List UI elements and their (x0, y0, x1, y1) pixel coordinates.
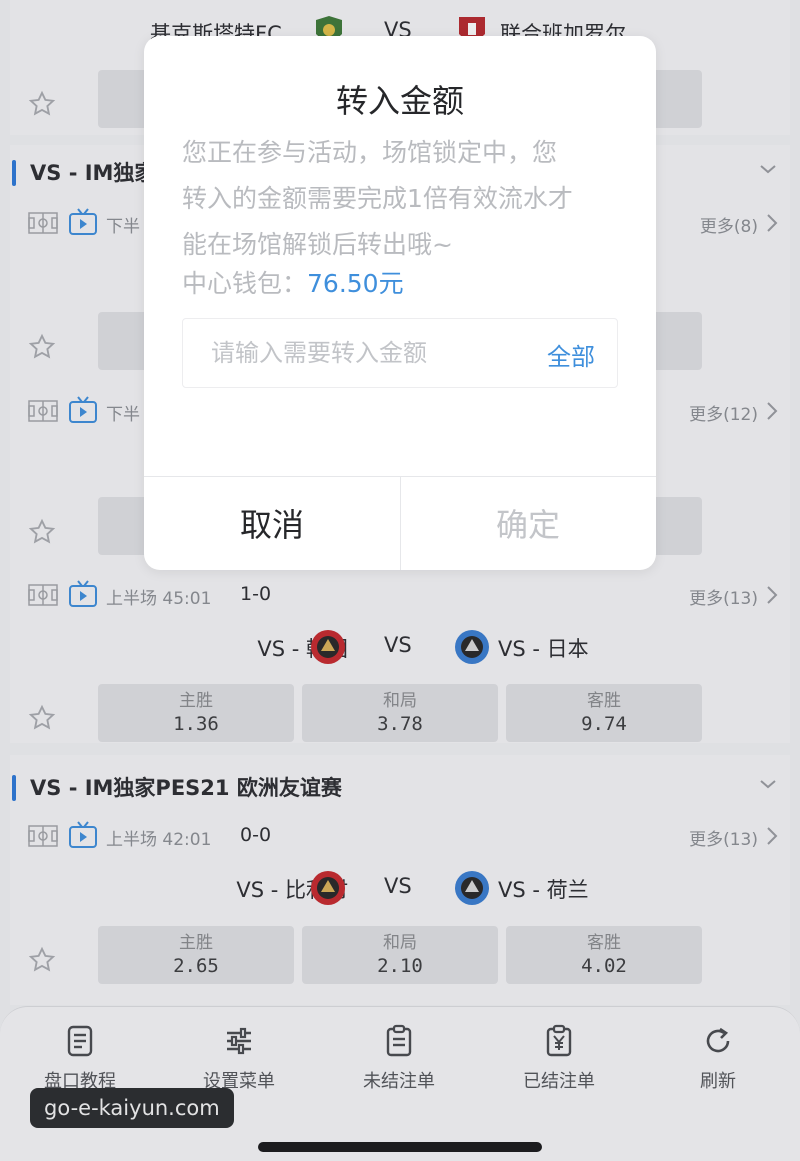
amount-input-box: 全部 (182, 318, 618, 388)
dialog-message-line: 您正在参与活动，场馆锁定中，您 (182, 138, 558, 167)
wallet-balance: 中心钱包：76.50元 (182, 264, 404, 300)
dialog-message: 您正在参与活动，场馆锁定中，您 转入的金额需要完成1倍有效流水才 能在场馆解锁后… (182, 130, 618, 268)
confirm-button[interactable]: 确定 (400, 476, 656, 570)
sports-betting-screen: 基克斯塔特FC VS 联合班加罗尔 VS - IM独家 下半 更多(8) 下半 … (0, 0, 800, 1161)
transfer-amount-input[interactable] (211, 319, 511, 387)
transfer-amount-dialog: 转入金额 您正在参与活动，场馆锁定中，您 转入的金额需要完成1倍有效流水才 能在… (144, 36, 656, 570)
dialog-message-line: 转入的金额需要完成1倍有效流水才 (182, 184, 573, 213)
dialog-title: 转入金额 (335, 82, 464, 120)
cancel-button[interactable]: 取消 (144, 476, 400, 570)
wallet-amount: 76.50元 (307, 269, 404, 298)
wallet-label: 中心钱包： (182, 269, 308, 298)
dialog-message-line: 能在场馆解锁后转出哦~ (182, 230, 453, 259)
transfer-all-button[interactable]: 全部 (547, 337, 595, 372)
